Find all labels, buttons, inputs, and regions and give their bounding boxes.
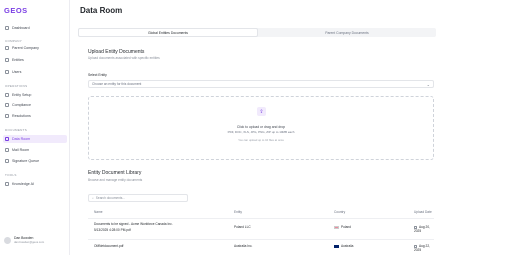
column-entity: Entity [234, 210, 242, 214]
sidebar-item-signature-queue[interactable]: Signature Queue [3, 157, 67, 165]
select-entity-label: Select Entity [88, 73, 107, 77]
sidebar-item-label: Entity Setup [12, 93, 32, 97]
document-name-line2: 5/13/2025 4:28:00 PM.pdf [94, 228, 131, 232]
sidebar-item-knowledge-ai[interactable]: Knowledge AI [3, 180, 67, 188]
home-icon [5, 26, 9, 30]
column-upload-date[interactable]: Upload Date [414, 210, 432, 214]
mail-icon [5, 148, 9, 152]
document-icon [5, 114, 9, 118]
upload-section-subtitle: Upload documents associated with specifi… [88, 56, 160, 60]
sidebar-item-label: Entities [12, 58, 24, 62]
country-cell: Australia [334, 244, 353, 248]
column-country: Country [334, 210, 346, 214]
app-window: GEOS Dashboard COMPANY Parent Company En… [0, 0, 512, 255]
sidebar-section-operations: OPERATIONS [5, 84, 28, 88]
sidebar-item-label: Compliance [12, 103, 31, 107]
column-name: Name [94, 210, 103, 214]
table-header: Name Entity Country Upload Date [88, 208, 434, 216]
tab-bar: Global Entities Documents Parent Company… [78, 28, 436, 37]
sidebar-item-label: Dashboard [12, 26, 30, 30]
entity-name: Australia Inc. [234, 244, 253, 248]
document-name[interactable]: Documents to be signed - Acme Workforce … [94, 222, 173, 226]
table-row[interactable]: OMNetdocument.pdf Australia Inc. Austral… [88, 239, 434, 252]
tab-global-entities-documents[interactable]: Global Entities Documents [78, 28, 258, 37]
australia-flag-icon [334, 244, 339, 248]
upload-icon: ⇪ [257, 107, 266, 116]
upload-section-title: Upload Entity Documents [88, 49, 145, 55]
sidebar-section-documents: DOCUMENTS [5, 128, 28, 132]
upload-date-cell: Aug 22, 2025 [414, 244, 434, 252]
country-cell: Poland [334, 225, 351, 229]
poland-flag-icon [334, 225, 339, 229]
entity-select[interactable]: Choose an entity for this document ⌄ [88, 80, 434, 88]
sidebar-item-entity-setup[interactable]: Entity Setup [3, 91, 67, 99]
folder-icon [5, 137, 9, 141]
dropzone-formats: PDF, DOC, XLS, JPG, PNG, ZIP up to 10MB … [227, 130, 295, 134]
entity-name: Poland LLC [234, 225, 251, 229]
country-name: Australia [341, 244, 354, 248]
sidebar-item-label: Parent Company [12, 46, 39, 50]
sidebar-item-compliance[interactable]: Compliance [3, 101, 67, 109]
country-name: Poland [341, 225, 351, 229]
shield-icon [5, 103, 9, 107]
layers-icon [5, 58, 9, 62]
sidebar-item-mail-room[interactable]: Mail Room [3, 146, 67, 154]
sidebar-section-company: COMPANY [5, 39, 23, 43]
tab-parent-company-documents[interactable]: Parent Company Documents [258, 28, 436, 37]
dropzone-hint: You can upload up to 10 files at once [238, 138, 284, 142]
avatar [4, 236, 11, 244]
users-icon [5, 70, 9, 74]
library-title: Entity Document Library [88, 170, 142, 176]
user-email: dan.bowden@geos.com [14, 240, 45, 244]
user-profile[interactable]: Dan Bowden dan.bowden@geos.com [4, 236, 44, 244]
search-placeholder: Search documents... [95, 196, 126, 200]
sidebar-section-tools: TOOLS [5, 173, 17, 177]
search-icon: ⌕ [92, 196, 94, 200]
pen-icon [5, 159, 9, 163]
sidebar-item-label: Users [12, 70, 22, 74]
dropzone-main-text: Click to upload or drag and drop [236, 125, 286, 129]
sparkle-icon [5, 182, 9, 186]
sidebar-item-data-room[interactable]: Data Room [3, 135, 67, 143]
sidebar-item-entities[interactable]: Entities [3, 56, 67, 64]
chevron-down-icon: ⌄ [426, 81, 430, 87]
building-icon [5, 46, 9, 50]
file-dropzone[interactable]: ⇪ Click to upload or drag and drop PDF, … [88, 96, 434, 160]
sidebar-item-parent-company[interactable]: Parent Company [3, 44, 67, 52]
sidebar: GEOS Dashboard COMPANY Parent Company En… [0, 0, 70, 255]
upload-date-cell: Aug 20, 2025 [414, 225, 434, 233]
table-row[interactable]: Documents to be signed - Acme Workforce … [88, 218, 434, 236]
sidebar-item-label: Knowledge AI [12, 182, 34, 186]
document-name[interactable]: OMNetdocument.pdf [94, 244, 123, 248]
app-logo: GEOS [4, 6, 28, 15]
sidebar-item-users[interactable]: Users [3, 68, 67, 76]
page-title: Data Room [80, 6, 123, 15]
library-subtitle: Browse and manage entity documents [88, 178, 143, 182]
sidebar-item-dashboard[interactable]: Dashboard [3, 24, 67, 32]
sidebar-item-resolutions[interactable]: Resolutions [3, 112, 67, 120]
search-input[interactable]: ⌕ Search documents... [88, 194, 188, 202]
sidebar-item-label: Resolutions [12, 114, 31, 118]
entity-select-value: Choose an entity for this document [92, 82, 142, 86]
sidebar-item-label: Signature Queue [12, 159, 40, 163]
main-content: Data Room Global Entities Documents Pare… [70, 0, 512, 255]
settings-icon [5, 93, 9, 97]
sidebar-item-label: Mail Room [12, 148, 30, 152]
sidebar-item-label: Data Room [12, 137, 31, 141]
